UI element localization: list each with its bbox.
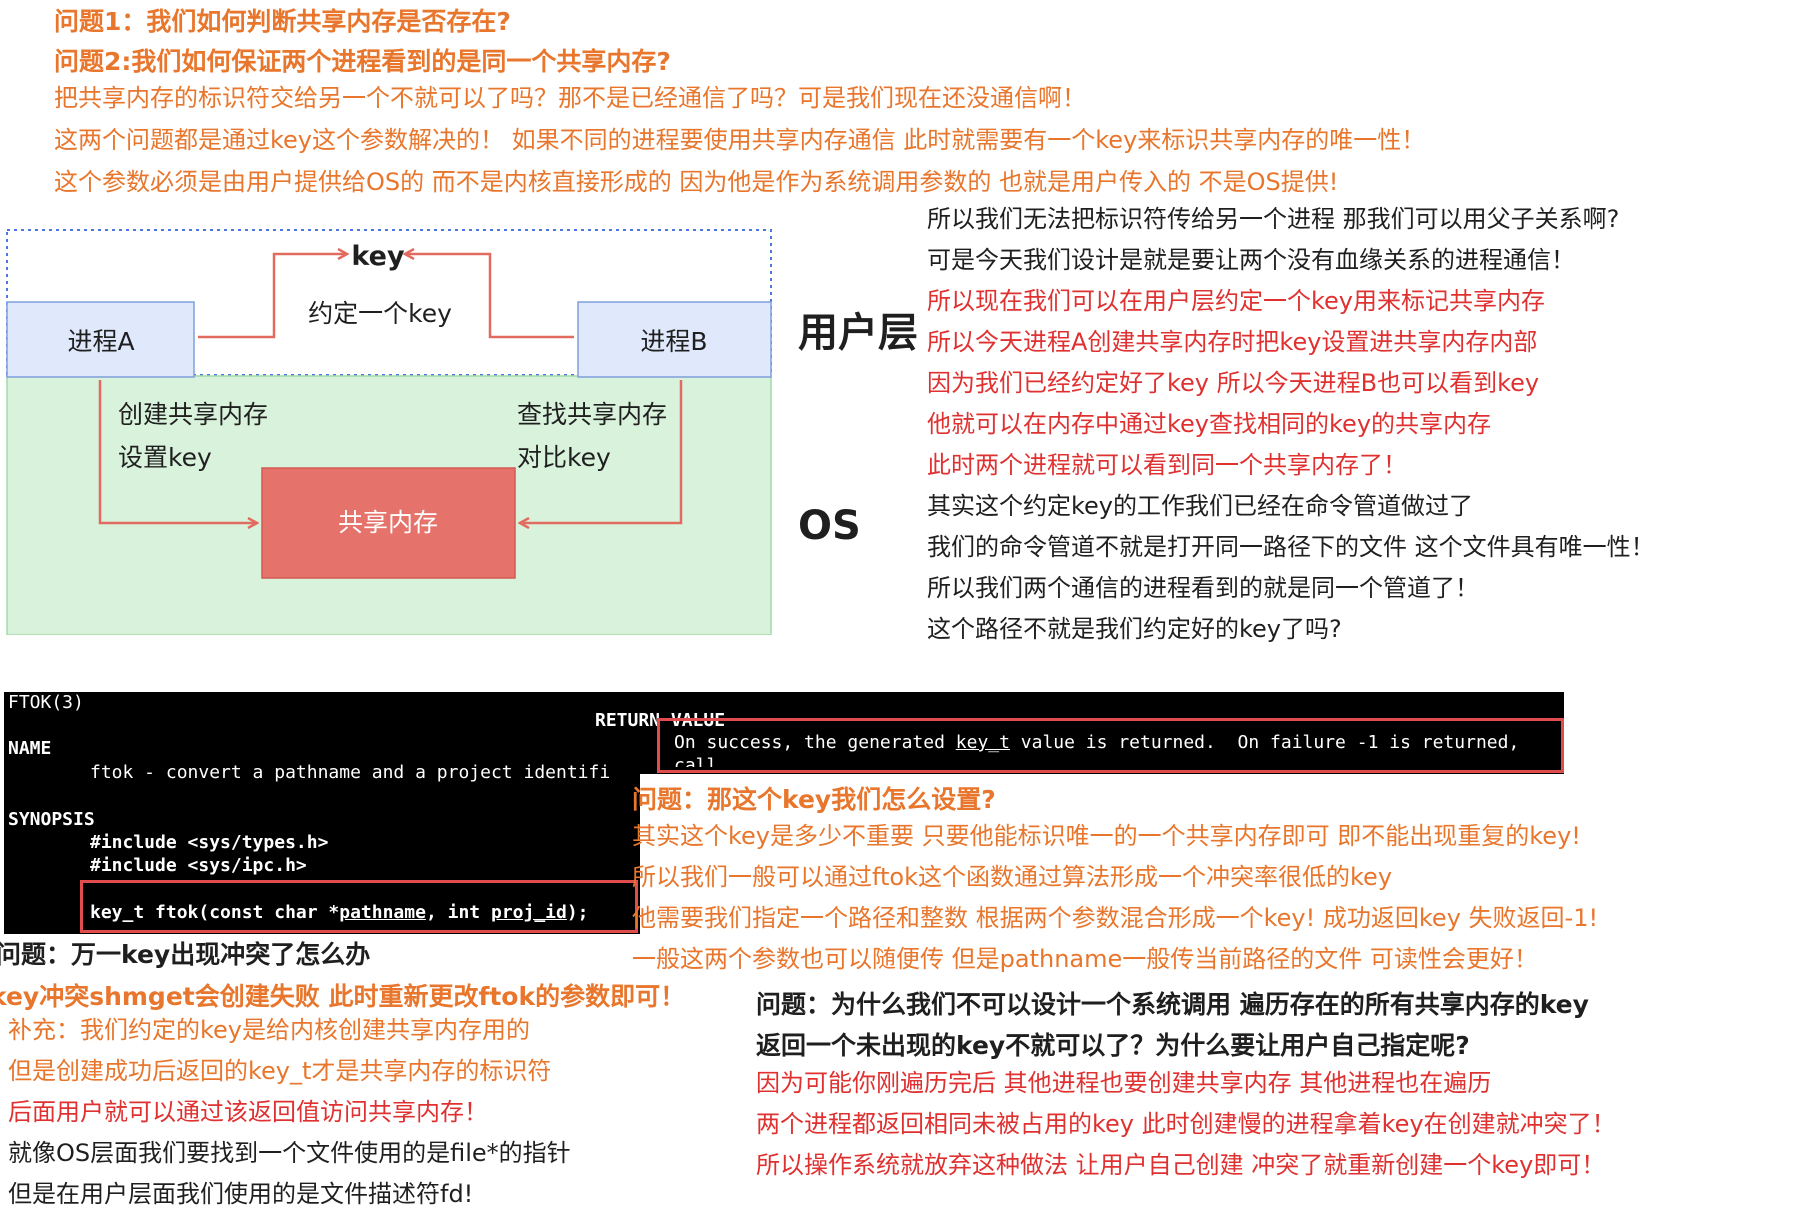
- syscall-question-2: 返回一个未出现的key不就可以了？为什么要让用户自己指定呢?: [756, 1031, 1470, 1060]
- key-setting-question: 问题：那这个key我们怎么设置?: [632, 785, 996, 814]
- right-note-line: 因为我们已经约定好了key 所以今天进程B也可以看到key: [927, 369, 1540, 397]
- conflict-question: 问题：万一key出现冲突了怎么办: [0, 940, 371, 969]
- os-layer-label: OS: [798, 503, 861, 549]
- return-value-highlight: [657, 718, 1564, 773]
- man-include-1: #include <sys/types.h>: [90, 832, 329, 853]
- right-note-line: 所以我们两个通信的进程看到的就是同一个管道了！: [927, 574, 1479, 602]
- key-setting-line-3: 他需要我们指定一个路径和整数 根据两个参数混合形成一个key! 成功返回key …: [632, 904, 1599, 932]
- man-title: FTOK(3): [8, 692, 84, 713]
- shm-label: 共享内存: [338, 508, 438, 537]
- conflict-answer: key冲突shmget会创建失败 此时重新更改ftok的参数即可！: [0, 982, 686, 1011]
- supplement-line-4: 就像OS层面我们要找到一个文件使用的是file*的指针: [8, 1139, 571, 1167]
- syscall-answer-3: 所以操作系统就放弃这种做法 让用户自己创建 冲突了就重新创建一个key即可！: [756, 1151, 1606, 1179]
- right-note-line: 此时两个进程就可以看到同一个共享内存了！: [927, 451, 1407, 479]
- syscall-question-1: 问题：为什么我们不可以设计一个系统调用 遍历存在的所有共享内存的key: [756, 990, 1589, 1019]
- right-note-line: 所以今天进程A创建共享内存时把key设置进共享内存内部: [927, 328, 1538, 356]
- right-notes: 所以我们无法把标识符传给另一个进程 那我们可以用父子关系啊? 可是今天我们设计是就…: [927, 199, 1655, 650]
- syscall-answer-1: 因为可能你刚遍历完后 其他进程也要创建共享内存 其他进程也在遍历: [756, 1069, 1492, 1097]
- right-note-line: 这个路径不就是我们约定好的key了吗?: [927, 615, 1342, 643]
- agree-key-label: 约定一个key: [308, 299, 452, 328]
- process-b-label: 进程B: [640, 327, 707, 356]
- top-line-1: 把共享内存的标识符交给另一个不就可以了吗？那不是已经通信了吗？可是我们现在还没通…: [54, 84, 1086, 112]
- set-key-label: 设置key: [118, 443, 212, 472]
- supplement-line-2: 但是创建成功后返回的key_t才是共享内存的标识符: [8, 1057, 552, 1085]
- supplement-line-5: 但是在用户层面我们使用的是文件描述符fd!: [8, 1180, 474, 1208]
- supplement-line-1: 补充：我们约定的key是给内核创建共享内存用的: [8, 1016, 531, 1044]
- question-1: 问题1：我们如何判断共享内存是否存在?: [54, 7, 511, 36]
- process-a-label: 进程A: [67, 327, 134, 356]
- supplement-line-3: 后面用户就可以通过该返回值访问共享内存！: [8, 1098, 488, 1126]
- right-note-line: 我们的命令管道不就是打开同一路径下的文件 这个文件具有唯一性！: [927, 533, 1655, 561]
- compare-key-label: 对比key: [517, 443, 611, 472]
- right-note-line: 可是今天我们设计是就是要让两个没有血缘关系的进程通信！: [927, 246, 1575, 274]
- create-shm-label: 创建共享内存: [118, 400, 268, 429]
- question-2: 问题2:我们如何保证两个进程看到的是同一个共享内存?: [54, 47, 671, 76]
- man-synopsis-header: SYNOPSIS: [8, 809, 95, 830]
- key-setting-line-4: 一般这两个参数也可以随便传 但是pathname一般传当前路径的文件 可读性会更…: [632, 945, 1538, 973]
- key-setting-line-1: 其实这个key是多少不重要 只要他能标识唯一的一个共享内存即可 即不能出现重复的…: [632, 822, 1581, 850]
- shared-memory-diagram: key 约定一个key 进程A 进程B 创建共享内存 设置key 查找共享内存 …: [6, 229, 772, 635]
- man-include-2: #include <sys/ipc.h>: [90, 855, 307, 876]
- user-layer-label: 用户层: [798, 310, 918, 356]
- syscall-answer-2: 两个进程都返回相同未被占用的key 此时创建慢的进程拿着key在创建就冲突了！: [756, 1110, 1616, 1138]
- right-note-line: 他就可以在内存中通过key查找相同的key的共享内存: [927, 410, 1492, 438]
- key-setting-line-2: 所以我们一般可以通过ftok这个函数通过算法形成一个冲突率很低的key: [632, 863, 1393, 891]
- find-shm-label: 查找共享内存: [517, 400, 667, 429]
- prototype-highlight: [80, 880, 638, 933]
- right-note-line: 所以我们无法把标识符传给另一个进程 那我们可以用父子关系啊?: [927, 205, 1620, 233]
- man-name-line: ftok - convert a pathname and a project …: [90, 762, 611, 783]
- key-label: key: [351, 241, 405, 272]
- man-name-header: NAME: [8, 738, 52, 759]
- top-line-3: 这个参数必须是由用户提供给OS的 而不是内核直接形成的 因为他是作为系统调用参数…: [54, 168, 1339, 196]
- right-note-line: 其实这个约定key的工作我们已经在命令管道做过了: [927, 492, 1474, 520]
- right-note-line: 所以现在我们可以在用户层约定一个key用来标记共享内存: [927, 287, 1546, 315]
- top-line-2: 这两个问题都是通过key这个参数解决的！ 如果不同的进程要使用共享内存通信 此时…: [54, 126, 1426, 154]
